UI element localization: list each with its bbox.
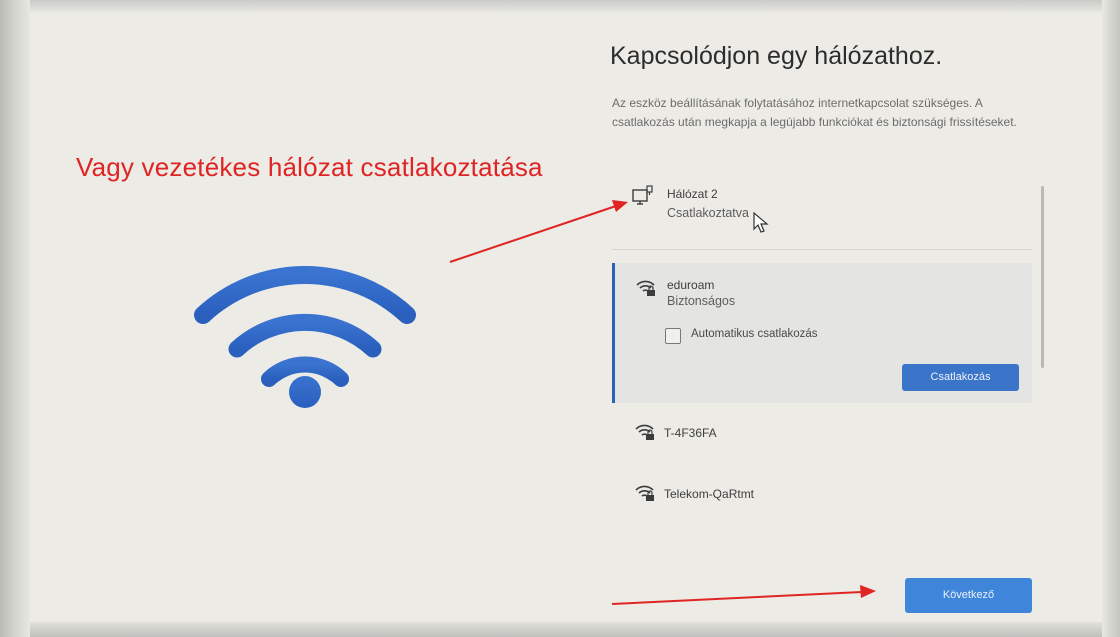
network-item-t-4f36fa[interactable]: T-4F36FA bbox=[612, 415, 1032, 451]
monitor-bezel-bottom bbox=[0, 622, 1120, 637]
network-name: T-4F36FA bbox=[664, 426, 717, 440]
wired-network-icon bbox=[632, 185, 653, 205]
network-item-halozat-2[interactable]: Hálózat 2 Csatlakoztatva bbox=[612, 175, 1032, 250]
network-status: Biztonságos bbox=[667, 294, 736, 308]
network-item-eduroam[interactable]: eduroam Biztonságos Automatikus csatlako… bbox=[612, 263, 1032, 403]
network-status: Csatlakoztatva bbox=[667, 206, 749, 220]
wifi-illustration-icon bbox=[194, 265, 416, 408]
monitor-bezel-right bbox=[1102, 0, 1120, 637]
next-button[interactable]: Következő bbox=[905, 578, 1032, 613]
wifi-secured-icon bbox=[636, 280, 655, 296]
page-description: Az eszköz beállításának folytatásához in… bbox=[612, 96, 1017, 129]
auto-connect-label: Automatikus csatlakozás bbox=[691, 328, 818, 340]
page-title: Kapcsolódjon egy hálózathoz. bbox=[610, 42, 943, 70]
wifi-secured-icon bbox=[635, 485, 654, 501]
monitor-bezel-left bbox=[0, 0, 30, 637]
annotation-label: Vagy vezetékes hálózat csatlakoztatása bbox=[76, 152, 543, 182]
list-scrollbar[interactable] bbox=[1041, 186, 1044, 368]
auto-connect-checkbox[interactable] bbox=[665, 328, 681, 344]
network-name: eduroam bbox=[667, 278, 715, 292]
connect-button[interactable]: Csatlakozás bbox=[902, 364, 1019, 391]
network-name: Hálózat 2 bbox=[667, 187, 718, 201]
setup-screen: Vagy vezetékes hálózat csatlakoztatása K… bbox=[0, 0, 1120, 637]
network-list: Hálózat 2 Csatlakoztatva eduroam Biztons… bbox=[612, 175, 1052, 520]
wifi-secured-icon bbox=[635, 424, 654, 440]
monitor-bezel-top bbox=[0, 0, 1120, 12]
divider bbox=[612, 249, 1032, 250]
mouse-cursor-icon bbox=[753, 212, 769, 233]
network-name: Telekom-QaRtmt bbox=[664, 487, 755, 501]
network-item-telekom-qartmt[interactable]: Telekom-QaRtmt bbox=[612, 475, 1032, 511]
